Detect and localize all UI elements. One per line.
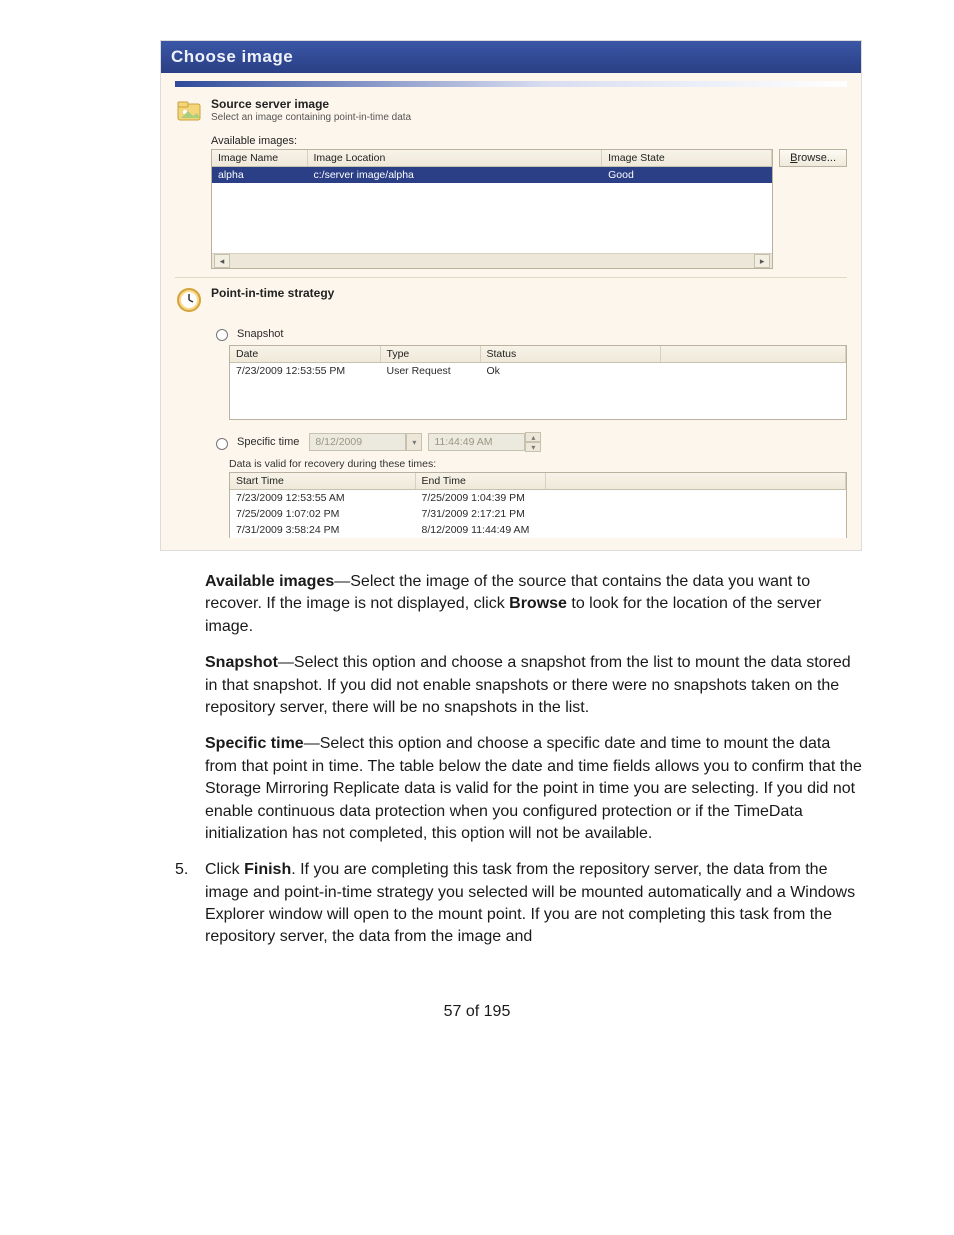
folder-image-icon <box>175 97 203 125</box>
snapshot-table[interactable]: Date Type Status 7/23/2009 12:53:55 PM <box>229 345 847 420</box>
time-input[interactable] <box>428 433 525 451</box>
snapshot-label: Snapshot <box>237 328 283 340</box>
col-image-state[interactable]: Image State <box>602 150 772 167</box>
col-blank2[interactable] <box>545 473 846 490</box>
col-status[interactable]: Status <box>480 346 660 363</box>
table-row[interactable]: alpha c:/server image/alpha Good <box>212 167 772 184</box>
col-date[interactable]: Date <box>230 346 380 363</box>
browse-button[interactable]: Browse... <box>779 149 847 167</box>
scroll-left-icon[interactable]: ◂ <box>214 254 230 268</box>
col-blank[interactable] <box>660 346 846 363</box>
pit-section-title: Point-in-time strategy <box>211 286 847 300</box>
clock-icon <box>175 286 203 314</box>
list-item-5: 5. Click Finish. If you are completing t… <box>175 859 865 963</box>
decorative-strip <box>175 81 847 87</box>
specific-time-label: Specific time <box>237 436 299 448</box>
snapshot-radio[interactable] <box>216 329 228 341</box>
paragraph-snapshot: Snapshot—Select this option and choose a… <box>205 652 865 719</box>
col-image-name[interactable]: Image Name <box>212 150 307 167</box>
document-body: Available images—Select the image of the… <box>205 571 865 963</box>
col-image-location[interactable]: Image Location <box>307 150 602 167</box>
valid-times-table[interactable]: Start Time End Time 7/23/2009 12:53:55 A… <box>229 472 847 538</box>
available-images-table[interactable]: Image Name Image Location Image State al… <box>211 149 773 269</box>
table-row[interactable]: 7/31/2009 3:58:24 PM 8/12/2009 11:44:49 … <box>230 522 846 538</box>
choose-image-dialog: Choose image Source server image Select … <box>160 40 862 551</box>
specific-time-radio[interactable] <box>216 438 228 450</box>
spinner-up-icon[interactable]: ▴ <box>525 432 541 442</box>
section-divider <box>175 277 847 278</box>
scroll-right-icon[interactable]: ▸ <box>754 254 770 268</box>
source-section-title: Source server image <box>211 97 847 111</box>
source-section-subtitle: Select an image containing point-in-time… <box>211 112 847 123</box>
available-images-label: Available images: <box>211 135 847 147</box>
col-end-time[interactable]: End Time <box>415 473 545 490</box>
dialog-title: Choose image <box>161 41 861 73</box>
spinner-down-icon[interactable]: ▾ <box>525 442 541 452</box>
paragraph-specific-time: Specific time—Select this option and cho… <box>205 733 865 845</box>
valid-times-label: Data is valid for recovery during these … <box>229 458 847 470</box>
col-type[interactable]: Type <box>380 346 480 363</box>
horizontal-scrollbar[interactable]: ◂ ▸ <box>212 253 772 268</box>
table-row[interactable]: 7/23/2009 12:53:55 AM 7/25/2009 1:04:39 … <box>230 490 846 507</box>
date-input[interactable] <box>309 433 406 451</box>
col-start-time[interactable]: Start Time <box>230 473 415 490</box>
page-number: 57 of 195 <box>60 1003 894 1021</box>
chevron-down-icon[interactable]: ▾ <box>406 433 422 451</box>
paragraph-available-images: Available images—Select the image of the… <box>205 571 865 638</box>
table-row[interactable]: 7/23/2009 12:53:55 PM User Request Ok <box>230 363 846 380</box>
table-row[interactable]: 7/25/2009 1:07:02 PM 7/31/2009 2:17:21 P… <box>230 506 846 522</box>
